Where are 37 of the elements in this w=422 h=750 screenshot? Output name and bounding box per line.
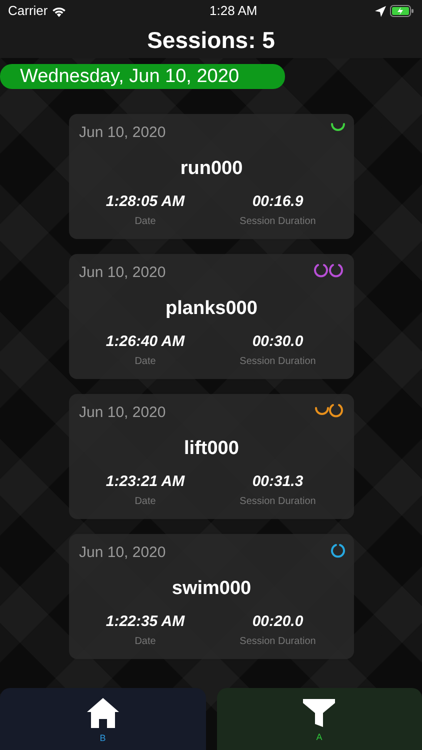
- date-label: Jun 10, 2020: [79, 123, 167, 143]
- filter-tab[interactable]: A: [216, 688, 422, 750]
- home-tab[interactable]: B: [0, 688, 206, 750]
- session-name: swim000: [170, 576, 252, 600]
- battery-icon: [390, 5, 414, 17]
- duration-caption: Session Duration: [238, 354, 317, 368]
- duration-value: 00:30.0: [251, 332, 304, 352]
- duration-value: 00:31.3: [251, 472, 304, 492]
- page-title: Sessions: 5: [147, 26, 275, 55]
- wifi-icon: [52, 6, 66, 16]
- time-value: 1:23:21 AM: [104, 472, 186, 492]
- carrier-label: Carrier: [8, 2, 48, 20]
- duration-caption: Session Duration: [238, 634, 317, 648]
- time-caption: Date: [134, 494, 157, 508]
- tab-label: A: [316, 730, 322, 744]
- date-label: Jun 10, 2020: [79, 263, 167, 283]
- date-label: Jun 10, 2020: [79, 403, 167, 423]
- time-caption: Date: [134, 634, 157, 648]
- duration-caption: Session Duration: [238, 214, 317, 228]
- duration-value: 00:16.9: [251, 192, 304, 212]
- time-value: 1:28:05 AM: [104, 192, 186, 212]
- duration-value: 00:20.0: [251, 612, 304, 632]
- session-name: planks000: [164, 296, 258, 320]
- session-name: run000: [179, 156, 244, 180]
- session-name: lift000: [183, 436, 240, 460]
- date-label: Jun 10, 2020: [79, 543, 167, 563]
- clock-label: 1:28 AM: [210, 2, 258, 20]
- date-banner: Wednesday, Jun 10, 2020: [0, 64, 285, 89]
- time-caption: Date: [134, 214, 157, 228]
- home-icon: [86, 698, 119, 728]
- tab-label: B: [100, 732, 106, 745]
- time-caption: Date: [134, 354, 157, 368]
- duration-caption: Session Duration: [238, 494, 317, 508]
- filter-icon: [303, 698, 336, 727]
- time-value: 1:26:40 AM: [104, 332, 186, 352]
- location-icon: [375, 6, 386, 16]
- time-value: 1:22:35 AM: [104, 612, 186, 632]
